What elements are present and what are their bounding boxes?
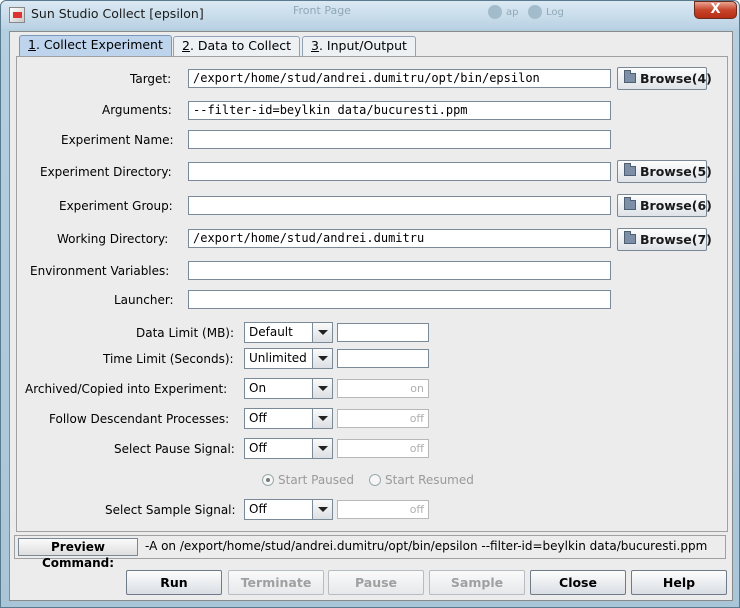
window-title: Sun Studio Collect [epsilon]	[31, 6, 204, 21]
preview-command-text: -A on /export/home/stud/andrei.dumitru/o…	[145, 539, 708, 553]
radio-label: Start Paused	[278, 473, 355, 487]
browse-label: Browse(4)	[640, 71, 712, 86]
data-limit-value-input[interactable]	[337, 323, 429, 342]
background-label: Log	[546, 7, 564, 18]
browse-experiment-directory-button[interactable]: Browse(5)	[617, 160, 712, 183]
sample-signal-value-input: off	[337, 500, 429, 519]
follow-descendants-value-input: off	[337, 409, 429, 428]
sample-signal-select[interactable]: Off	[244, 499, 333, 520]
tab-mnemonic: 1	[28, 37, 36, 52]
browse-working-directory-button[interactable]: Browse(7)	[617, 228, 712, 251]
time-limit-select[interactable]: Unlimited	[244, 348, 333, 369]
sample-signal-label: Select Sample Signal:	[105, 503, 236, 517]
tab-mnemonic: 2	[182, 38, 190, 53]
follow-descendants-select[interactable]: Off	[244, 408, 333, 429]
archived-value-input: on	[337, 379, 429, 398]
experiment-group-input[interactable]	[188, 196, 611, 215]
chevron-down-icon[interactable]	[312, 323, 332, 342]
folder-icon	[624, 231, 636, 244]
combo-value: Off	[249, 411, 267, 425]
folder-icon	[624, 163, 636, 176]
browse-label: Browse(7)	[640, 232, 712, 247]
chevron-down-icon[interactable]	[312, 349, 332, 368]
browse-label: Browse(5)	[640, 164, 712, 179]
tab-mnemonic: 3	[311, 38, 319, 53]
background-icon	[488, 5, 502, 19]
chevron-down-icon[interactable]	[312, 409, 332, 428]
experiment-group-label: Experiment Group:	[59, 199, 173, 213]
environment-variables-label: Environment Variables:	[30, 264, 170, 278]
arguments-input[interactable]: --filter-id=beylkin data/bucuresti.ppm	[188, 101, 611, 120]
arguments-label: Arguments:	[102, 103, 172, 117]
working-directory-input[interactable]: /export/home/stud/andrei.dumitru	[188, 229, 611, 248]
data-limit-select[interactable]: Default	[244, 322, 333, 343]
data-limit-label: Data Limit (MB):	[136, 326, 235, 340]
start-paused-radio[interactable]: Start Paused	[262, 473, 354, 487]
browse-target-button[interactable]: Browse(4)	[617, 67, 712, 90]
archived-label: Archived/Copied into Experiment:	[25, 382, 228, 396]
window-close-button[interactable]: X	[694, 1, 737, 19]
tab-input-output[interactable]: 3. Input/Output	[302, 36, 416, 56]
close-button[interactable]: Close	[530, 570, 626, 595]
combo-value: On	[249, 381, 267, 395]
help-button[interactable]: Help	[631, 570, 727, 595]
start-resumed-radio[interactable]: Start Resumed	[369, 473, 474, 487]
tab-data-to-collect[interactable]: 2. Data to Collect	[173, 36, 301, 56]
background-label: ap	[506, 7, 519, 18]
time-limit-label: Time Limit (Seconds):	[103, 352, 234, 366]
chevron-down-icon[interactable]	[312, 379, 332, 398]
folder-icon	[624, 70, 636, 83]
background-window-title: Front Page	[293, 4, 351, 17]
launcher-input[interactable]	[188, 290, 611, 309]
tab-label: . Input/Output	[318, 38, 407, 53]
working-directory-label: Working Directory:	[57, 232, 169, 246]
background-icon	[528, 5, 542, 19]
pause-button[interactable]: Pause	[328, 570, 424, 595]
chevron-down-icon[interactable]	[312, 500, 332, 519]
tab-label: . Data to Collect	[189, 38, 292, 53]
launcher-label: Launcher:	[114, 293, 174, 307]
pause-signal-select[interactable]: Off	[244, 438, 333, 459]
combo-value: Default	[249, 325, 293, 339]
follow-descendants-label: Follow Descendant Processes:	[49, 412, 230, 426]
terminate-button[interactable]: Terminate	[228, 570, 324, 595]
browse-experiment-group-button[interactable]: Browse(6)	[617, 194, 712, 217]
radio-unselected-icon	[369, 474, 381, 486]
environment-variables-input[interactable]	[188, 261, 611, 280]
app-icon	[9, 7, 25, 23]
combo-value: Off	[249, 502, 267, 516]
experiment-name-label: Experiment Name:	[61, 133, 174, 147]
experiment-directory-label: Experiment Directory:	[40, 165, 172, 179]
preview-command-button[interactable]: Preview Command:	[18, 538, 138, 570]
radio-selected-icon	[262, 474, 274, 486]
pause-signal-label: Select Pause Signal:	[114, 442, 235, 456]
experiment-name-input[interactable]	[188, 130, 611, 149]
target-input[interactable]: /export/home/stud/andrei.dumitru/opt/bin…	[188, 69, 611, 88]
target-label: Target:	[130, 72, 172, 86]
pause-signal-value-input: off	[337, 439, 429, 458]
tab-collect-experiment[interactable]: 1. Collect Experiment	[19, 35, 172, 57]
time-limit-value-input[interactable]	[337, 349, 429, 368]
folder-icon	[624, 197, 636, 210]
chevron-down-icon[interactable]	[312, 439, 332, 458]
run-button[interactable]: Run	[126, 570, 222, 595]
tab-label: . Collect Experiment	[35, 37, 163, 52]
sample-button[interactable]: Sample	[429, 570, 525, 595]
experiment-directory-input[interactable]	[188, 162, 611, 181]
combo-value: Off	[249, 441, 267, 455]
browse-label: Browse(6)	[640, 198, 712, 213]
title-bar: Sun Studio Collect [epsilon] Front Page …	[1, 1, 739, 29]
radio-label: Start Resumed	[385, 473, 474, 487]
combo-value: Unlimited	[249, 351, 307, 365]
archived-select[interactable]: On	[244, 378, 333, 399]
